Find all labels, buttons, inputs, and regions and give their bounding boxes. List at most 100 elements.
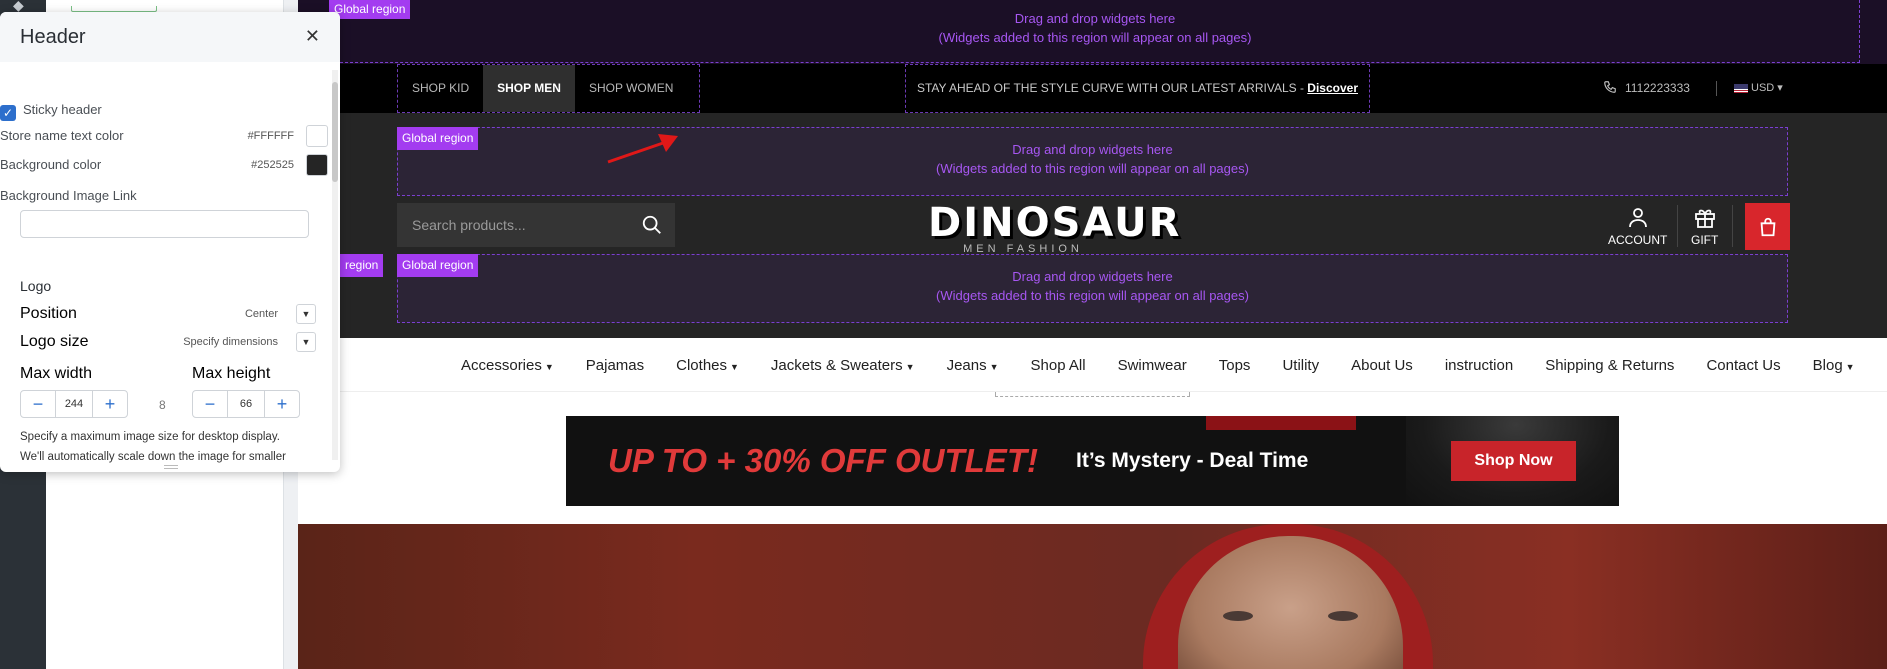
header-settings-panel: Header ✕ ✓ Sticky header Store name text …: [0, 12, 340, 472]
nav-blog[interactable]: Blog ▼: [1813, 357, 1855, 374]
max-width-value[interactable]: 244: [55, 391, 93, 417]
chevron-down-icon: ▾: [1777, 82, 1783, 94]
background-color-swatch[interactable]: [306, 154, 328, 176]
red-arrow-annotation: [607, 134, 678, 164]
currency-selector[interactable]: USD ▾: [1734, 64, 1783, 113]
nav-contact-us[interactable]: Contact Us: [1706, 357, 1780, 374]
us-flag-icon: [1734, 83, 1748, 93]
checkbox-checked-icon[interactable]: ✓: [0, 105, 16, 121]
header-global-region-2[interactable]: Drag and drop widgets here (Widgets adde…: [397, 254, 1788, 323]
logo-size-row: Logo size Specify dimensions ▼: [20, 332, 316, 352]
logo-size-select[interactable]: ▼: [296, 332, 316, 352]
increment-button[interactable]: +: [265, 394, 299, 415]
phone-icon: [1604, 81, 1616, 93]
position-value: Center: [244, 308, 278, 320]
search-bar[interactable]: Search products...: [397, 203, 675, 247]
promo-text: STAY AHEAD OF THE STYLE CURVE WITH OUR L…: [916, 81, 1308, 95]
nav-jeans[interactable]: Jeans ▼: [947, 357, 999, 374]
account-button[interactable]: ACCOUNT: [1608, 205, 1667, 247]
nav-accessories[interactable]: Accessories ▼: [461, 357, 554, 374]
close-icon[interactable]: ✕: [305, 26, 320, 47]
nav-about-us[interactable]: About Us: [1351, 357, 1413, 374]
nav-clothes[interactable]: Clothes ▼: [676, 357, 739, 374]
dropzone-text-1: Drag and drop widgets here: [1012, 269, 1173, 284]
increment-button[interactable]: +: [93, 394, 127, 415]
shop-now-button[interactable]: Shop Now: [1451, 441, 1576, 481]
user-icon: [1628, 208, 1647, 228]
nav-label: Pajamas: [585, 356, 645, 374]
resize-grip[interactable]: [164, 465, 178, 469]
site-header: Drag and drop widgets here (Widgets adde…: [298, 113, 1887, 338]
nav-label: instruction: [1444, 356, 1514, 374]
store-name-color-row: Store name text color #FFFFFF: [0, 125, 328, 147]
promo-banner[interactable]: UP TO + 30% OFF OUTLET! It’s Mystery - D…: [566, 416, 1619, 506]
background-color-row: Background color #252525: [0, 154, 328, 176]
shopping-bag-icon: [1760, 217, 1775, 236]
hero-image: [298, 524, 1887, 669]
search-placeholder: Search products...: [412, 217, 526, 233]
global-region-tag-partial[interactable]: region: [340, 254, 384, 277]
nav-label: Contact Us: [1706, 356, 1781, 374]
cart-button[interactable]: [1745, 203, 1790, 250]
logo-section-title: Logo: [20, 278, 52, 294]
decrement-button[interactable]: −: [21, 394, 55, 415]
sticky-header-label: Sticky header: [23, 102, 102, 117]
caret-down-icon: ▼: [905, 361, 915, 372]
background-image-link-input[interactable]: [20, 210, 309, 238]
panel-header: Header: [0, 12, 340, 62]
scrollbar-thumb[interactable]: [332, 82, 338, 182]
position-label: Position: [20, 305, 77, 322]
logo-position-row: Position Center ▼: [20, 304, 316, 324]
hero-eye: [1328, 611, 1358, 621]
nav-label: Clothes: [676, 356, 727, 374]
max-height-value[interactable]: 66: [227, 391, 265, 417]
panel-scrollbar[interactable]: [332, 70, 338, 460]
phone-contact[interactable]: 1112223333: [1603, 64, 1690, 113]
search-icon[interactable]: [641, 214, 663, 236]
store-name-color-value: #FFFFFF: [247, 130, 294, 142]
nav-utility[interactable]: Utility: [1282, 357, 1319, 374]
global-region-tag[interactable]: Global region: [329, 0, 411, 19]
nav-swimwear[interactable]: Swimwear: [1118, 357, 1187, 374]
global-region-tag[interactable]: Global region: [397, 127, 479, 150]
link-icon[interactable]: 8: [159, 398, 166, 412]
tab-shop-kid[interactable]: SHOP KID: [398, 65, 483, 112]
gift-label: GIFT: [1691, 233, 1719, 247]
nav-instruction[interactable]: instruction: [1445, 357, 1513, 374]
layers-icon[interactable]: ◆: [13, 0, 31, 12]
nav-pajamas[interactable]: Pajamas: [586, 357, 644, 374]
nav-label: Shipping & Returns: [1545, 356, 1675, 374]
dropzone-text-2: (Widgets added to this region will appea…: [936, 288, 1249, 303]
store-name-color-swatch[interactable]: [306, 125, 328, 147]
sticky-header-option[interactable]: ✓ Sticky header: [0, 100, 328, 121]
divider: [1716, 81, 1717, 96]
help-line-1: Specify a maximum image size for desktop…: [20, 431, 280, 443]
max-height-label: Max height: [192, 365, 271, 382]
nav-label: Jackets & Sweaters: [770, 356, 903, 374]
currency-value: USD: [1751, 82, 1775, 94]
nav-dropzone-edge: [995, 392, 1190, 397]
tab-shop-women[interactable]: SHOP WOMEN: [575, 65, 687, 112]
divider: [1732, 205, 1733, 247]
top-global-region[interactable]: Drag and drop widgets here (Widgets adde…: [298, 0, 1887, 64]
gift-button[interactable]: GIFT: [1691, 205, 1718, 247]
store-logo[interactable]: DINOSAUR MEN FASHION: [928, 201, 1179, 255]
top-dropzone[interactable]: Drag and drop widgets here (Widgets adde…: [330, 0, 1860, 63]
tab-shop-men[interactable]: SHOP MEN: [483, 65, 575, 112]
nav-label: Jeans: [946, 356, 987, 374]
nav-shop-all[interactable]: Shop All: [1031, 357, 1086, 374]
nav-shipping-returns[interactable]: Shipping & Returns: [1545, 357, 1674, 374]
decrement-button[interactable]: −: [193, 394, 227, 415]
top-bar: SHOP KID SHOP MEN SHOP WOMEN STAY AHEAD …: [298, 64, 1887, 142]
position-select[interactable]: ▼: [296, 304, 316, 324]
nav-tops[interactable]: Tops: [1219, 357, 1251, 374]
nav-label: Swimwear: [1117, 356, 1187, 374]
panel-title: Header: [20, 25, 86, 48]
logo-size-help: Specify a maximum image size for desktop…: [20, 427, 310, 467]
max-height-stepper[interactable]: − 66 +: [192, 390, 300, 418]
nav-label: Utility: [1282, 356, 1320, 374]
nav-jackets-sweaters[interactable]: Jackets & Sweaters ▼: [771, 357, 915, 374]
max-width-stepper[interactable]: − 244 +: [20, 390, 128, 418]
global-region-tag[interactable]: Global region: [397, 254, 479, 277]
store-name-color-label: Store name text color: [0, 128, 124, 143]
